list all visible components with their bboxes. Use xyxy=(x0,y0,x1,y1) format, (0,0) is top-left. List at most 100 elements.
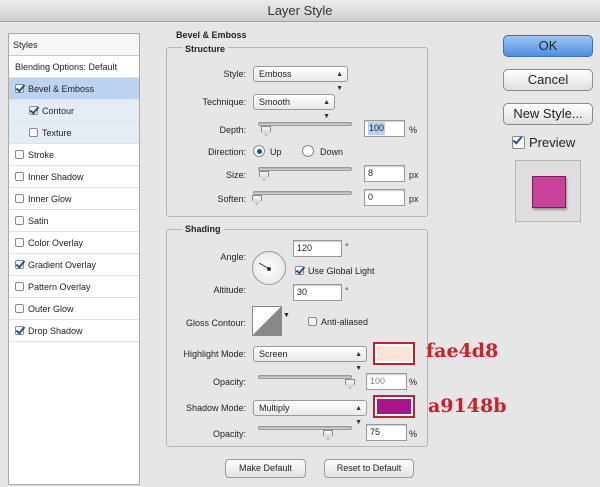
make-default-button[interactable]: Make Default xyxy=(225,459,306,478)
window-title: Layer Style xyxy=(0,0,600,22)
preview-checkbox[interactable] xyxy=(512,136,525,150)
style-item-checkbox[interactable] xyxy=(29,128,38,138)
depth-field[interactable]: 100 xyxy=(364,120,405,137)
style-item[interactable]: Color Overlay xyxy=(9,232,139,254)
technique-select-value: Smooth xyxy=(259,97,291,107)
shadow-opacity-track[interactable] xyxy=(258,426,352,430)
updown-arrow-icon: ▲ ▼ xyxy=(355,351,362,372)
style-item[interactable]: Contour xyxy=(9,100,139,122)
style-item[interactable]: Stroke xyxy=(9,144,139,166)
style-item-checkbox[interactable] xyxy=(15,216,24,226)
structure-title: Structure xyxy=(182,44,229,54)
style-item-checkbox[interactable] xyxy=(15,326,24,336)
angle-field[interactable]: 120 xyxy=(293,240,342,257)
updown-arrow-icon: ▲ ▼ xyxy=(336,71,343,92)
gloss-dropdown-icon[interactable]: ▼ xyxy=(283,312,290,319)
highlight-color-swatch[interactable] xyxy=(373,342,415,365)
depth-label: Depth: xyxy=(219,125,246,135)
highlight-color-fill xyxy=(377,346,411,361)
style-item[interactable]: Blending Options: Default xyxy=(9,56,139,78)
highlight-mode-select[interactable]: Screen ▲ ▼ xyxy=(253,346,367,372)
style-item-label: Inner Glow xyxy=(28,194,72,204)
style-item[interactable]: Inner Shadow xyxy=(9,166,139,188)
size-unit: px xyxy=(409,170,419,180)
highlight-mode-label: Highlight Mode: xyxy=(183,349,246,359)
altitude-field[interactable]: 30 xyxy=(293,284,342,301)
style-item-checkbox[interactable] xyxy=(15,172,24,182)
preview-label: Preview xyxy=(529,135,576,150)
style-item[interactable]: Gradient Overlay xyxy=(9,254,139,276)
style-item-label: Texture xyxy=(42,128,72,138)
shadow-color-swatch[interactable] xyxy=(373,395,415,418)
depth-value: 100 xyxy=(368,122,386,135)
style-item-label: Drop Shadow xyxy=(28,326,83,336)
bevel-emboss-title: Bevel & Emboss xyxy=(176,30,247,40)
style-label: Style: xyxy=(223,69,246,79)
style-item-checkbox[interactable] xyxy=(15,84,24,94)
style-item-checkbox[interactable] xyxy=(15,260,24,270)
technique-select[interactable]: Smooth ▲ ▼ xyxy=(253,94,335,120)
preview-toggle[interactable]: Preview xyxy=(512,135,575,150)
style-item[interactable]: Inner Glow xyxy=(9,188,139,210)
style-item-checkbox[interactable] xyxy=(29,106,38,116)
preview-swatch xyxy=(532,176,566,208)
use-global-light-checkbox[interactable] xyxy=(295,266,304,276)
shadow-mode-select[interactable]: Multiply ▲ ▼ xyxy=(253,400,367,426)
style-item-checkbox[interactable] xyxy=(15,150,24,160)
style-item-label: Stroke xyxy=(28,150,55,160)
style-select[interactable]: Emboss ▲ ▼ xyxy=(253,66,348,92)
shadow-opacity-unit: % xyxy=(409,429,418,439)
shadow-color-fill xyxy=(377,399,411,414)
styles-list: Styles Blending Options: Default Bevel & … xyxy=(8,33,140,485)
style-item[interactable]: Pattern Overlay xyxy=(9,276,139,298)
gloss-contour-preview[interactable] xyxy=(252,306,282,336)
highlight-opacity-track[interactable] xyxy=(258,375,352,379)
size-field[interactable]: 8 xyxy=(364,165,405,182)
shadow-mode-label: Shadow Mode: xyxy=(185,403,246,413)
soften-field[interactable]: 0 xyxy=(364,189,405,206)
direction-down-label: Down xyxy=(320,147,344,157)
soften-slider-track[interactable] xyxy=(253,191,352,195)
styles-header[interactable]: Styles xyxy=(9,34,139,56)
anti-aliased[interactable]: Anti-aliased xyxy=(308,317,368,327)
style-item-label: Color Overlay xyxy=(28,238,84,248)
cancel-button[interactable]: Cancel xyxy=(503,69,593,91)
highlight-opacity-field[interactable]: 100 xyxy=(366,373,407,390)
anti-aliased-checkbox[interactable] xyxy=(308,317,317,327)
style-item[interactable]: Outer Glow xyxy=(9,298,139,320)
technique-label: Technique: xyxy=(202,97,246,107)
reset-default-button[interactable]: Reset to Default xyxy=(324,459,414,478)
new-style-button[interactable]: New Style... xyxy=(503,103,593,125)
style-item-checkbox[interactable] xyxy=(15,304,24,314)
shading-title: Shading xyxy=(182,224,224,234)
style-item-label: Outer Glow xyxy=(28,304,74,314)
style-item-label: Blending Options: Default xyxy=(15,62,118,72)
direction-up-label: Up xyxy=(270,147,282,157)
angle-dial-center xyxy=(267,267,271,271)
use-global-light[interactable]: Use Global Light xyxy=(295,266,375,276)
direction-up-radio[interactable] xyxy=(253,145,265,157)
style-item-checkbox[interactable] xyxy=(15,194,24,204)
style-item[interactable]: Satin xyxy=(9,210,139,232)
style-item[interactable]: Texture xyxy=(9,122,139,144)
style-item[interactable]: Bevel & Emboss xyxy=(9,78,139,100)
altitude-label: Altitude: xyxy=(213,285,246,295)
angle-dial[interactable] xyxy=(252,251,286,285)
style-item-label: Contour xyxy=(42,106,75,116)
highlight-opacity-label: Opacity: xyxy=(212,377,246,387)
updown-arrow-icon: ▲ ▼ xyxy=(323,99,330,120)
direction-down-radio[interactable] xyxy=(302,145,314,157)
shadow-opacity-field[interactable]: 75 xyxy=(366,424,407,441)
use-global-light-label: Use Global Light xyxy=(308,266,375,276)
style-item-label: Inner Shadow xyxy=(28,172,84,182)
style-item[interactable]: Drop Shadow xyxy=(9,320,139,342)
shadow-mode-value: Multiply xyxy=(259,403,290,413)
style-item-label: Gradient Overlay xyxy=(28,260,97,270)
style-item-checkbox[interactable] xyxy=(15,238,24,248)
style-select-value: Emboss xyxy=(259,69,292,79)
anti-aliased-label: Anti-aliased xyxy=(321,317,369,327)
depth-slider-track[interactable] xyxy=(258,122,352,126)
size-slider-track[interactable] xyxy=(258,167,352,171)
ok-button[interactable]: OK xyxy=(503,35,593,57)
style-item-checkbox[interactable] xyxy=(15,282,24,292)
